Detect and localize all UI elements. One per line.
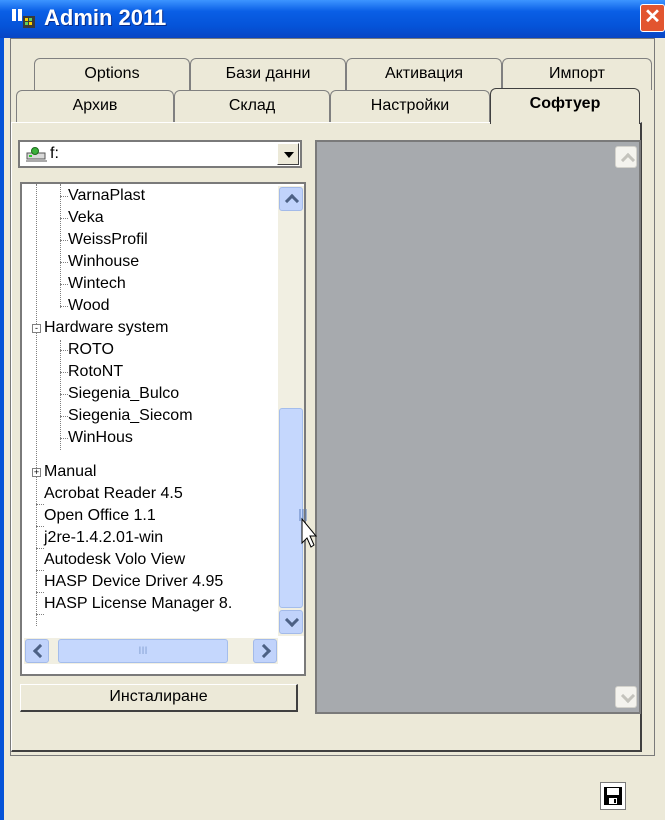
chevron-down-icon[interactable] bbox=[277, 143, 299, 165]
tree-connector bbox=[60, 184, 61, 308]
tree-vertical-scrollbar[interactable] bbox=[278, 186, 304, 636]
tree-connector bbox=[36, 184, 37, 330]
tab-archive[interactable]: Архив bbox=[16, 90, 174, 122]
tree-connector bbox=[60, 394, 68, 395]
tab-options[interactable]: Options bbox=[34, 58, 190, 90]
install-button[interactable]: Инсталиране bbox=[20, 684, 298, 712]
tree-item[interactable]: Autodesk Volo View bbox=[44, 549, 185, 571]
tree-connector bbox=[60, 196, 68, 197]
scroll-left-button[interactable] bbox=[25, 639, 49, 663]
drive-select-value: f: bbox=[50, 145, 59, 162]
tree-connector bbox=[60, 438, 68, 439]
close-icon: ✕ bbox=[644, 6, 661, 28]
collapse-icon[interactable]: - bbox=[32, 324, 41, 333]
tree-item[interactable]: WeissProfil bbox=[68, 229, 148, 251]
tree-item-folder[interactable]: Manual bbox=[44, 461, 96, 483]
tab-label: Софтуер bbox=[529, 95, 601, 112]
title-bar[interactable]: Admin 2011 ✕ bbox=[0, 0, 665, 38]
horizontal-scroll-thumb[interactable]: III bbox=[58, 639, 228, 663]
network-drive-icon bbox=[26, 147, 47, 162]
tree-item[interactable]: HASP Device Driver 4.95 bbox=[44, 571, 223, 593]
tab-label: Настройки bbox=[370, 97, 450, 114]
scroll-down-button[interactable] bbox=[279, 610, 303, 634]
tree-connector bbox=[36, 614, 44, 615]
tab-software[interactable]: Софтуер bbox=[490, 88, 640, 124]
tree-item[interactable]: RotoNT bbox=[68, 361, 123, 383]
tree-connector bbox=[60, 284, 68, 285]
tab-label: Активация bbox=[384, 65, 464, 82]
software-tree[interactable]: - + VarnaPlast Veka WeissProfil Winhouse… bbox=[20, 182, 306, 676]
tree-item[interactable]: Open Office 1.1 bbox=[44, 505, 156, 527]
tree-connector bbox=[60, 340, 61, 450]
window-title: Admin 2011 bbox=[44, 5, 167, 30]
tree-connector bbox=[60, 416, 68, 417]
tree-item[interactable]: j2re-1.4.2.01-win bbox=[44, 527, 163, 549]
tab-label: Options bbox=[84, 65, 140, 82]
tree-item[interactable]: HASP License Manager 8. bbox=[44, 593, 232, 615]
tab-label: Бази данни bbox=[225, 65, 311, 82]
tab-activation[interactable]: Активация bbox=[346, 58, 502, 90]
mouse-cursor-icon bbox=[299, 509, 318, 548]
preview-scroll-up-button[interactable] bbox=[615, 146, 637, 168]
tree-item[interactable]: WinHous bbox=[68, 427, 133, 449]
tree-item[interactable]: ROTO bbox=[68, 339, 114, 361]
app-icon bbox=[12, 9, 35, 28]
scroll-right-button[interactable] bbox=[253, 639, 277, 663]
tree-item[interactable]: Winhouse bbox=[68, 251, 139, 273]
tree-item[interactable]: Siegenia_Siecom bbox=[68, 405, 193, 427]
floppy-disk-icon bbox=[604, 787, 622, 805]
tree-connector bbox=[36, 526, 44, 527]
tree-connector bbox=[36, 570, 44, 571]
tree-connector bbox=[60, 262, 68, 263]
tree-item[interactable]: Siegenia_Bulco bbox=[68, 383, 179, 405]
window-frame-left bbox=[0, 38, 4, 820]
install-button-label: Инсталиране bbox=[109, 688, 208, 705]
save-button[interactable] bbox=[600, 782, 626, 810]
tree-item-folder[interactable]: Hardware system bbox=[44, 317, 168, 339]
preview-panel[interactable] bbox=[315, 140, 641, 714]
tree-item[interactable]: Wintech bbox=[68, 273, 126, 295]
tab-databases[interactable]: Бази данни bbox=[190, 58, 346, 90]
tab-label: Склад bbox=[228, 97, 276, 114]
tab-settings[interactable]: Настройки bbox=[330, 90, 490, 122]
tab-label: Архив bbox=[72, 97, 118, 114]
tree-connector bbox=[36, 592, 44, 593]
expand-icon[interactable]: + bbox=[32, 468, 41, 477]
tree-connector bbox=[36, 548, 44, 549]
drive-select[interactable]: f: bbox=[18, 140, 302, 168]
tree-item[interactable]: Wood bbox=[68, 295, 110, 317]
tree-horizontal-scrollbar[interactable]: III bbox=[24, 638, 278, 664]
tree-connector bbox=[60, 350, 68, 351]
tree-item[interactable]: VarnaPlast bbox=[68, 185, 145, 207]
tab-import[interactable]: Импорт bbox=[502, 58, 652, 90]
close-button[interactable]: ✕ bbox=[640, 4, 665, 32]
tree-connector bbox=[60, 218, 68, 219]
tree-item[interactable]: Veka bbox=[68, 207, 104, 229]
tree-connector bbox=[36, 330, 37, 626]
scroll-up-button[interactable] bbox=[279, 187, 303, 211]
tree-connector bbox=[60, 372, 68, 373]
tree-connector bbox=[36, 504, 44, 505]
tab-label: Импорт bbox=[549, 65, 605, 82]
tab-warehouse[interactable]: Склад bbox=[174, 90, 330, 122]
tree-item[interactable]: Acrobat Reader 4.5 bbox=[44, 483, 183, 505]
preview-scroll-down-button[interactable] bbox=[615, 686, 637, 708]
tree-connector bbox=[60, 240, 68, 241]
tree-connector bbox=[60, 306, 68, 307]
